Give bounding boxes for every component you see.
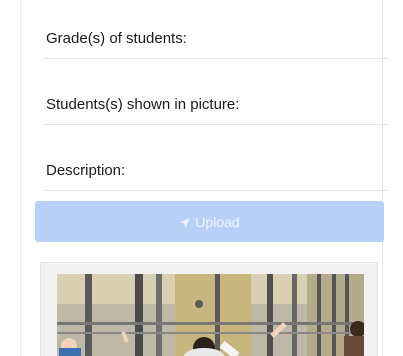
upload-button-label: Upload bbox=[195, 213, 240, 230]
description-field-label: Description: bbox=[46, 162, 126, 179]
description-field-underline[interactable] bbox=[44, 190, 389, 191]
grade-field-label: Grade(s) of students: bbox=[46, 30, 187, 47]
students-field-label: Students(s) shown in picture: bbox=[46, 96, 240, 113]
grade-field-underline[interactable] bbox=[44, 58, 389, 59]
send-arrow-icon bbox=[179, 216, 191, 228]
upload-button[interactable]: Upload bbox=[35, 201, 384, 242]
students-field-underline[interactable] bbox=[44, 124, 389, 125]
uploaded-photo bbox=[57, 274, 364, 356]
